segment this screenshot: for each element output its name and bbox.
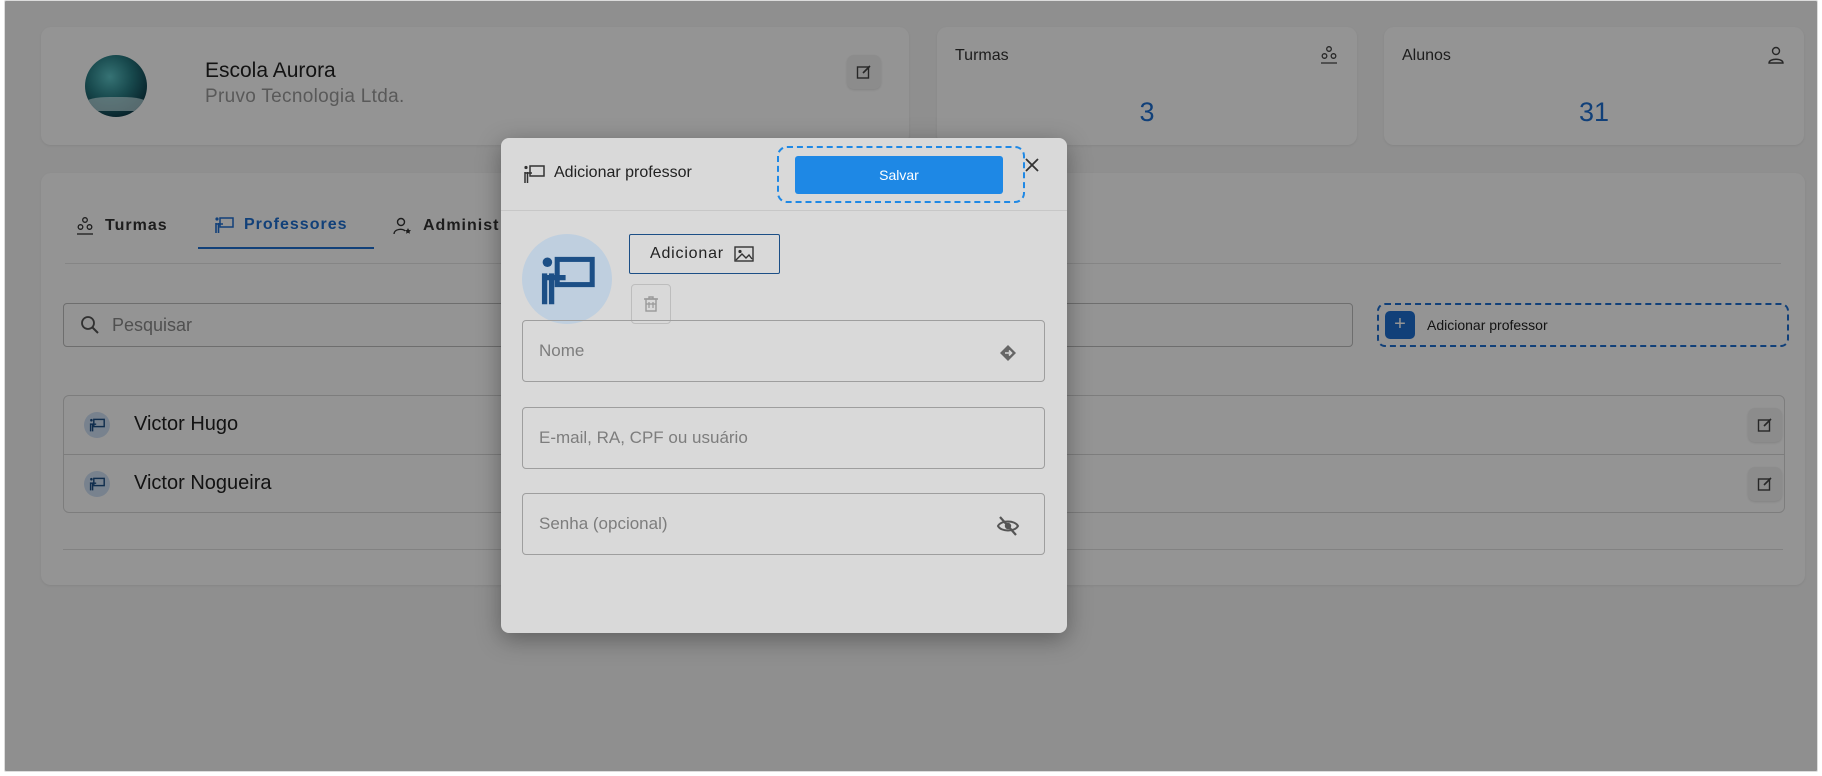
- app-frame: Escola Aurora Pruvo Tecnologia Ltda. Tur…: [4, 0, 1818, 772]
- add-teacher-modal: Adicionar professor Salvar Adicionar Nom…: [501, 138, 1067, 633]
- password-field[interactable]: Senha (opcional): [522, 493, 1045, 555]
- close-icon[interactable]: [1021, 154, 1043, 176]
- login-field[interactable]: E-mail, RA, CPF ou usuário: [522, 407, 1045, 469]
- remove-image-button[interactable]: [631, 284, 671, 324]
- password-placeholder: Senha (opcional): [539, 514, 668, 533]
- save-button-focus-ring: Salvar: [777, 146, 1025, 203]
- add-image-button[interactable]: Adicionar: [629, 234, 780, 274]
- teacher-icon: [541, 256, 595, 305]
- modal-title: Adicionar professor: [554, 164, 692, 181]
- image-icon: [734, 246, 754, 262]
- login-placeholder: E-mail, RA, CPF ou usuário: [539, 428, 748, 447]
- add-image-label: Adicionar: [650, 245, 724, 262]
- trash-icon: [644, 296, 658, 312]
- teacher-icon: [524, 165, 545, 183]
- eye-off-icon[interactable]: [996, 514, 1020, 538]
- teacher-photo-avatar: [522, 234, 612, 324]
- autofill-icon[interactable]: [996, 341, 1020, 365]
- save-button[interactable]: Salvar: [795, 156, 1003, 194]
- modal-header: Adicionar professor Salvar: [501, 138, 1067, 211]
- name-placeholder: Nome: [539, 341, 585, 360]
- name-field[interactable]: Nome: [522, 320, 1045, 382]
